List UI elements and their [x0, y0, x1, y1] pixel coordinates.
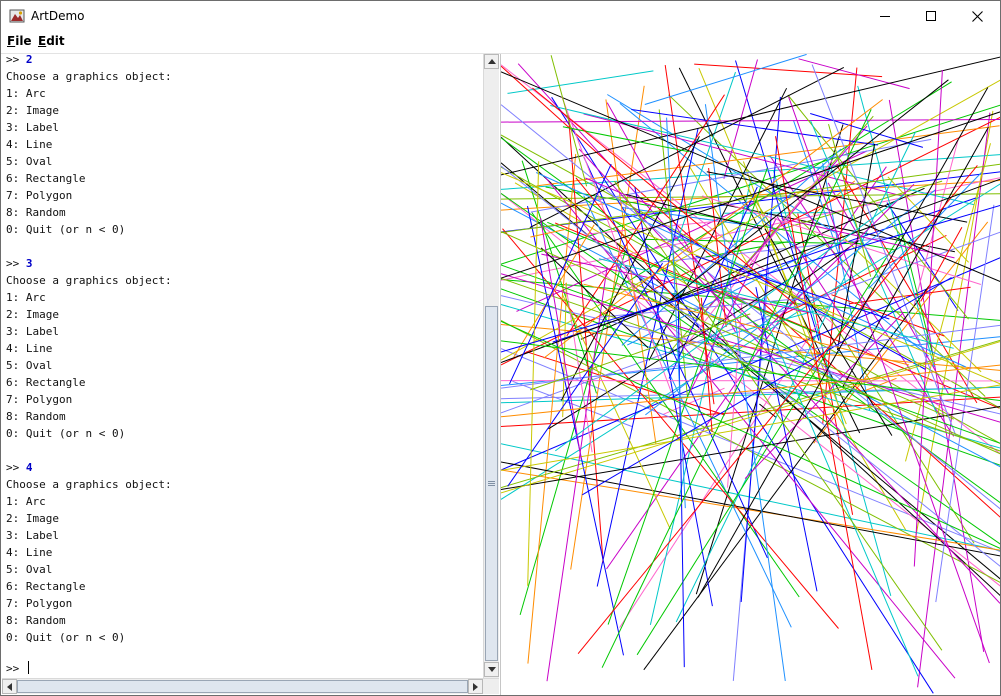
console-menu-option: 0: Quit (or n < 0): [6, 631, 126, 644]
drawn-line: [527, 161, 540, 586]
scroll-up-button[interactable]: [484, 54, 499, 69]
console-menu-option: 8: Random: [6, 410, 66, 423]
vertical-scroll-thumb[interactable]: [485, 306, 498, 661]
menu-bar: File Edit: [1, 31, 1000, 54]
thumb-grip: [488, 481, 495, 482]
console-menu-option: 0: Quit (or n < 0): [6, 427, 126, 440]
console-entry-value: 4: [25, 461, 33, 474]
console-menu-option: 7: Polygon: [6, 597, 73, 610]
console-menu-option: 3: Label: [6, 121, 59, 134]
console-menu-option: 5: Oval: [6, 359, 53, 372]
console-output: >> 2 Choose a graphics object: 1: Arc 2:…: [6, 54, 172, 646]
menu-file-mnemonic: F: [7, 34, 16, 48]
menu-edit-label: dit: [46, 34, 65, 48]
console-prompt: >>: [6, 54, 26, 66]
drawn-line: [507, 70, 654, 94]
console-menu-option: 5: Oval: [6, 563, 53, 576]
console-menu-option: 8: Random: [6, 614, 66, 627]
random-lines-drawing: [501, 54, 1000, 694]
console-heading: Choose a graphics object:: [6, 70, 172, 83]
menu-file-label: ile: [15, 34, 32, 48]
minimize-button[interactable]: [862, 1, 908, 31]
console-menu-option: 0: Quit (or n < 0): [6, 223, 126, 236]
minimize-icon: [880, 16, 890, 17]
close-button[interactable]: [954, 1, 1000, 31]
drawn-line: [694, 63, 883, 78]
artdemo-window: ArtDemo File Edit >> 2 Choose a graphics…: [0, 0, 1001, 696]
console-input-line[interactable]: >>: [6, 660, 29, 677]
drawn-line: [868, 172, 982, 290]
console-menu-option: 1: Arc: [6, 291, 46, 304]
console-menu-option: 7: Polygon: [6, 393, 73, 406]
console-prompt: >>: [6, 461, 26, 474]
drawn-line: [550, 55, 588, 187]
console-menu-option: 7: Polygon: [6, 189, 73, 202]
console-menu-option: 4: Line: [6, 546, 53, 559]
console-menu-option: 3: Label: [6, 325, 59, 338]
console-menu-option: 5: Oval: [6, 155, 53, 168]
input-prompt: >>: [6, 662, 20, 675]
horizontal-scroll-thumb[interactable]: [17, 680, 468, 693]
drawn-line: [787, 94, 969, 320]
maximize-icon: [926, 11, 936, 21]
console-prompt-line: >> 3: [6, 257, 33, 270]
console-menu-option: 6: Rectangle: [6, 172, 86, 185]
console-menu-option: 2: Image: [6, 104, 59, 117]
app-icon: [9, 9, 25, 23]
arrow-up-icon: [487, 59, 496, 64]
console-menu-option: 6: Rectangle: [6, 580, 86, 593]
title-bar[interactable]: ArtDemo: [1, 1, 1000, 31]
console-heading: Choose a graphics object:: [6, 274, 172, 287]
menu-edit-mnemonic: E: [38, 34, 47, 48]
thumb-grip: [488, 485, 495, 486]
console-prompt: >>: [6, 257, 26, 270]
menu-edit[interactable]: Edit: [38, 34, 65, 48]
scrollbar-corner: [483, 679, 498, 694]
console-menu-option: 3: Label: [6, 529, 59, 542]
console-entry-value: 3: [25, 257, 33, 270]
thumb-grip: [488, 483, 495, 484]
console-menu-option: 1: Arc: [6, 87, 46, 100]
console-menu-option: 4: Line: [6, 138, 53, 151]
drawn-line: [501, 119, 1000, 123]
drawn-line: [788, 96, 990, 664]
drawn-line: [913, 139, 959, 306]
close-icon: [971, 10, 983, 22]
scroll-down-button[interactable]: [484, 662, 499, 677]
maximize-button[interactable]: [908, 1, 954, 31]
console-panel[interactable]: >> 2 Choose a graphics object: 1: Arc 2:…: [2, 54, 483, 678]
scroll-left-button[interactable]: [2, 679, 17, 694]
console-prompt-line: >> 2: [6, 54, 33, 66]
console-menu-option: 4: Line: [6, 342, 53, 355]
drawn-line: [501, 204, 1000, 353]
console-menu-option: 2: Image: [6, 512, 59, 525]
arrow-right-icon: [473, 682, 478, 691]
console-heading: Choose a graphics object:: [6, 478, 172, 491]
arrow-left-icon: [7, 682, 12, 691]
arrow-down-icon: [487, 667, 496, 672]
window-title: ArtDemo: [31, 9, 85, 23]
console-menu-option: 2: Image: [6, 308, 59, 321]
drawing-canvas[interactable]: [500, 54, 1000, 695]
menu-file[interactable]: File: [7, 34, 32, 48]
console-menu-option: 8: Random: [6, 206, 66, 219]
console-entry-value: 2: [25, 54, 33, 66]
drawn-line: [577, 165, 978, 655]
console-prompt-line: >> 4: [6, 461, 33, 474]
console-horizontal-scrollbar[interactable]: [2, 678, 499, 694]
console-menu-option: 1: Arc: [6, 495, 46, 508]
text-caret: [27, 661, 29, 674]
console-vertical-scrollbar[interactable]: [483, 54, 499, 678]
scroll-right-button[interactable]: [468, 679, 483, 694]
drawn-line: [501, 71, 1000, 283]
console-menu-option: 6: Rectangle: [6, 376, 86, 389]
